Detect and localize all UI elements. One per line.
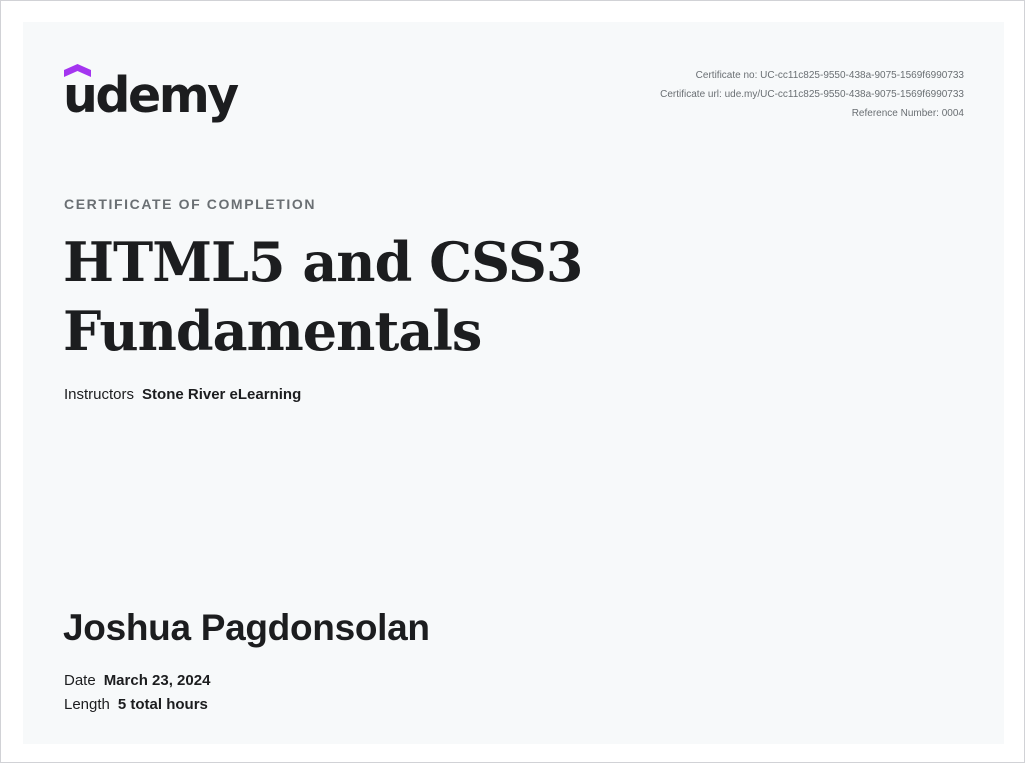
length-row: Length 5 total hours xyxy=(64,696,208,713)
course-title-line-2: Fundamentals xyxy=(63,299,482,363)
instructors-row: Instructors Stone River eLearning xyxy=(64,386,301,403)
date-row: Date March 23, 2024 xyxy=(64,672,210,689)
certificate-meta: Certificate no: UC-cc11c825-9550-438a-90… xyxy=(660,66,964,123)
certificate-card: udemy Certificate no: UC-cc11c825-9550-4… xyxy=(23,22,1004,744)
instructors-label: Instructors xyxy=(64,386,135,403)
instructors-value: Stone River eLearning xyxy=(142,386,302,403)
certificate-number: Certificate no: UC-cc11c825-9550-438a-90… xyxy=(695,70,964,81)
certificate-frame: udemy Certificate no: UC-cc11c825-9550-4… xyxy=(0,0,1025,763)
udemy-logo-wordmark: udemy xyxy=(63,67,239,124)
student-name: Joshua Pagdonsolan xyxy=(63,607,430,648)
reference-number: Reference Number: 0004 xyxy=(851,108,964,119)
certificate-kicker: CERTIFICATE OF COMPLETION xyxy=(64,196,317,212)
course-title: HTML5 and CSS3 Fundamentals xyxy=(63,228,683,366)
date-label: Date xyxy=(64,672,96,689)
length-value: 5 total hours xyxy=(117,696,208,713)
certificate-url: Certificate url: ude.my/UC-cc11c825-9550… xyxy=(660,89,964,100)
udemy-logo: udemy xyxy=(63,62,239,132)
length-label: Length xyxy=(64,696,110,713)
date-value: March 23, 2024 xyxy=(103,672,211,689)
course-title-line-1: HTML5 and CSS3 xyxy=(63,230,583,294)
